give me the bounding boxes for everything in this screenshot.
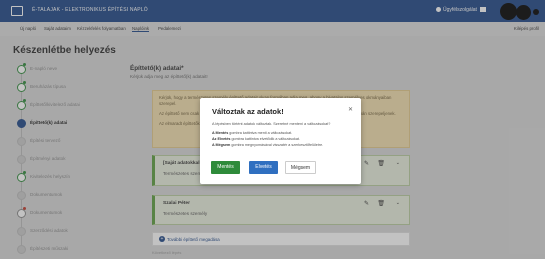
unsaved-changes-dialog: Változtak az adatok! ✕ A lépésben történ… [200, 98, 361, 184]
dialog-help-text: gombra megnyomásával visszatér a szerkes… [230, 143, 324, 147]
close-icon[interactable]: ✕ [348, 106, 353, 113]
dialog-help-text: gombra kattintva menti a változásokat. [228, 131, 293, 135]
dialog-help-line: A Mégsem gombra megnyomásával visszatér … [212, 143, 323, 147]
save-button[interactable]: Mentés [211, 161, 240, 174]
dialog-help-text: gombra kattintva elvetődik a változásoka… [230, 137, 300, 141]
dialog-title: Változtak az adatok! [212, 107, 284, 116]
dialog-help-key: Az Elvetés [212, 137, 231, 141]
discard-button[interactable]: Elvetés [249, 161, 278, 174]
dialog-help-line: A Mentés gombra kattintva menti a változ… [212, 131, 292, 135]
dialog-help-key: A Mégsem [212, 143, 231, 147]
dialog-help-line: Az Elvetés gombra kattintva elvetődik a … [212, 137, 300, 141]
dialog-question: A lépésben történt adatok változtak. Sze… [212, 122, 331, 126]
dialog-help-key: A Mentés [212, 131, 229, 135]
cancel-button[interactable]: Mégsem [285, 161, 316, 174]
